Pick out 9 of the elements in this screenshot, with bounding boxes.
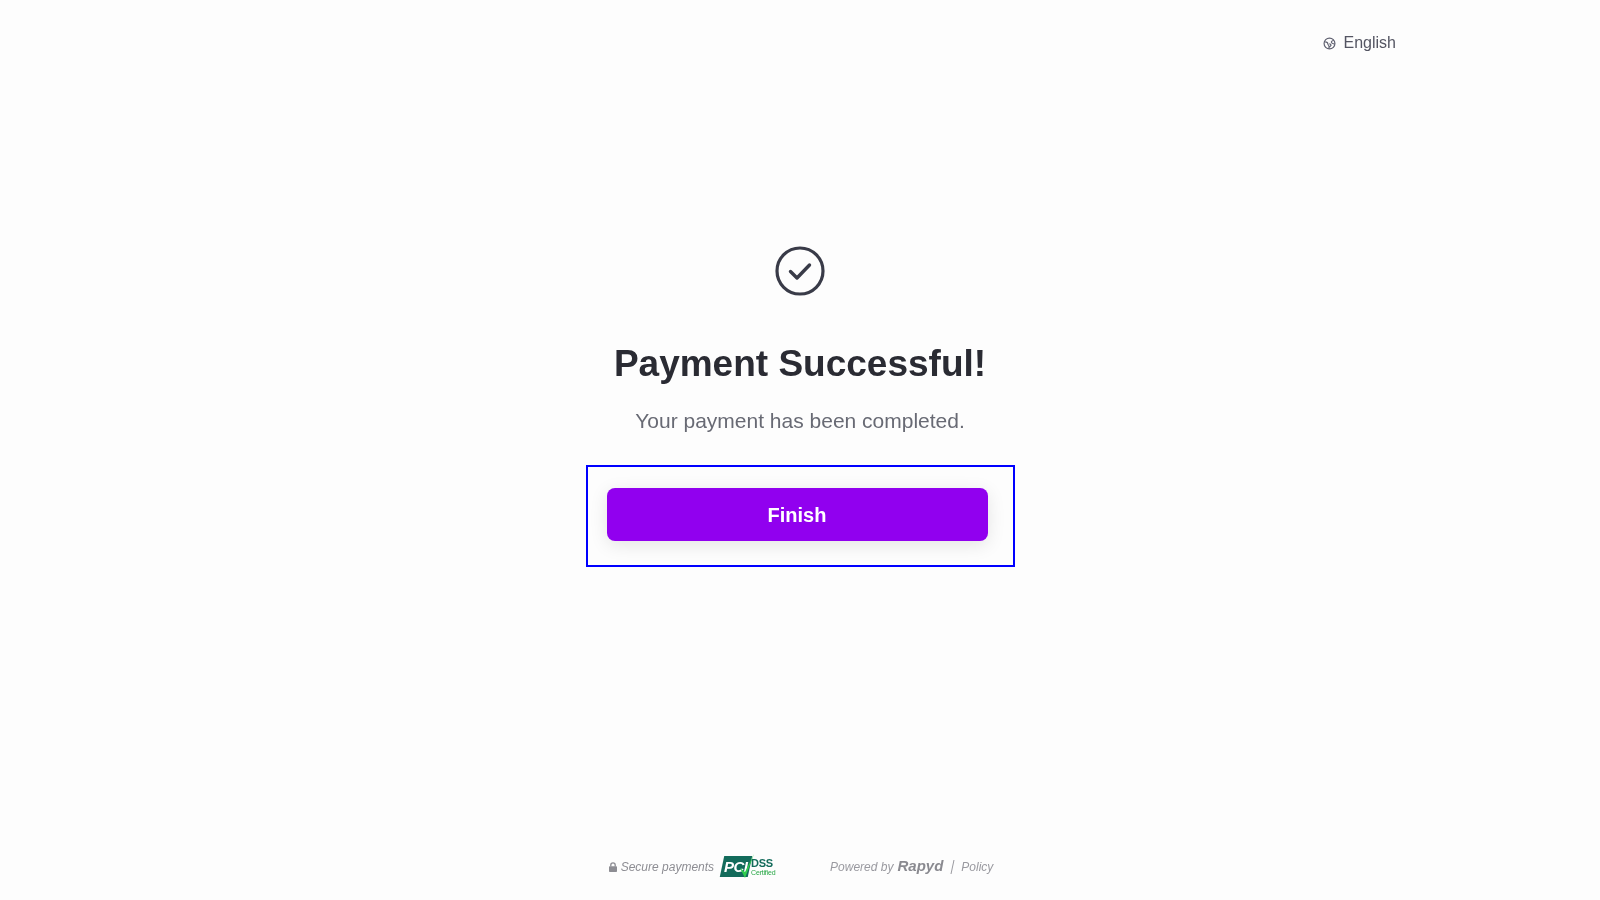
language-selector[interactable]: English — [1322, 33, 1396, 53]
powered-by-text: Powered by — [830, 858, 894, 876]
success-message: Your payment has been completed. — [635, 408, 965, 434]
lock-icon — [608, 861, 617, 872]
success-title: Payment Successful! — [613, 342, 987, 386]
secure-payments-text: Secure payments — [620, 858, 715, 876]
rapyd-logo: Rapyd — [897, 856, 944, 877]
finish-button[interactable]: Finish — [606, 488, 988, 541]
globe-icon — [1322, 36, 1336, 50]
